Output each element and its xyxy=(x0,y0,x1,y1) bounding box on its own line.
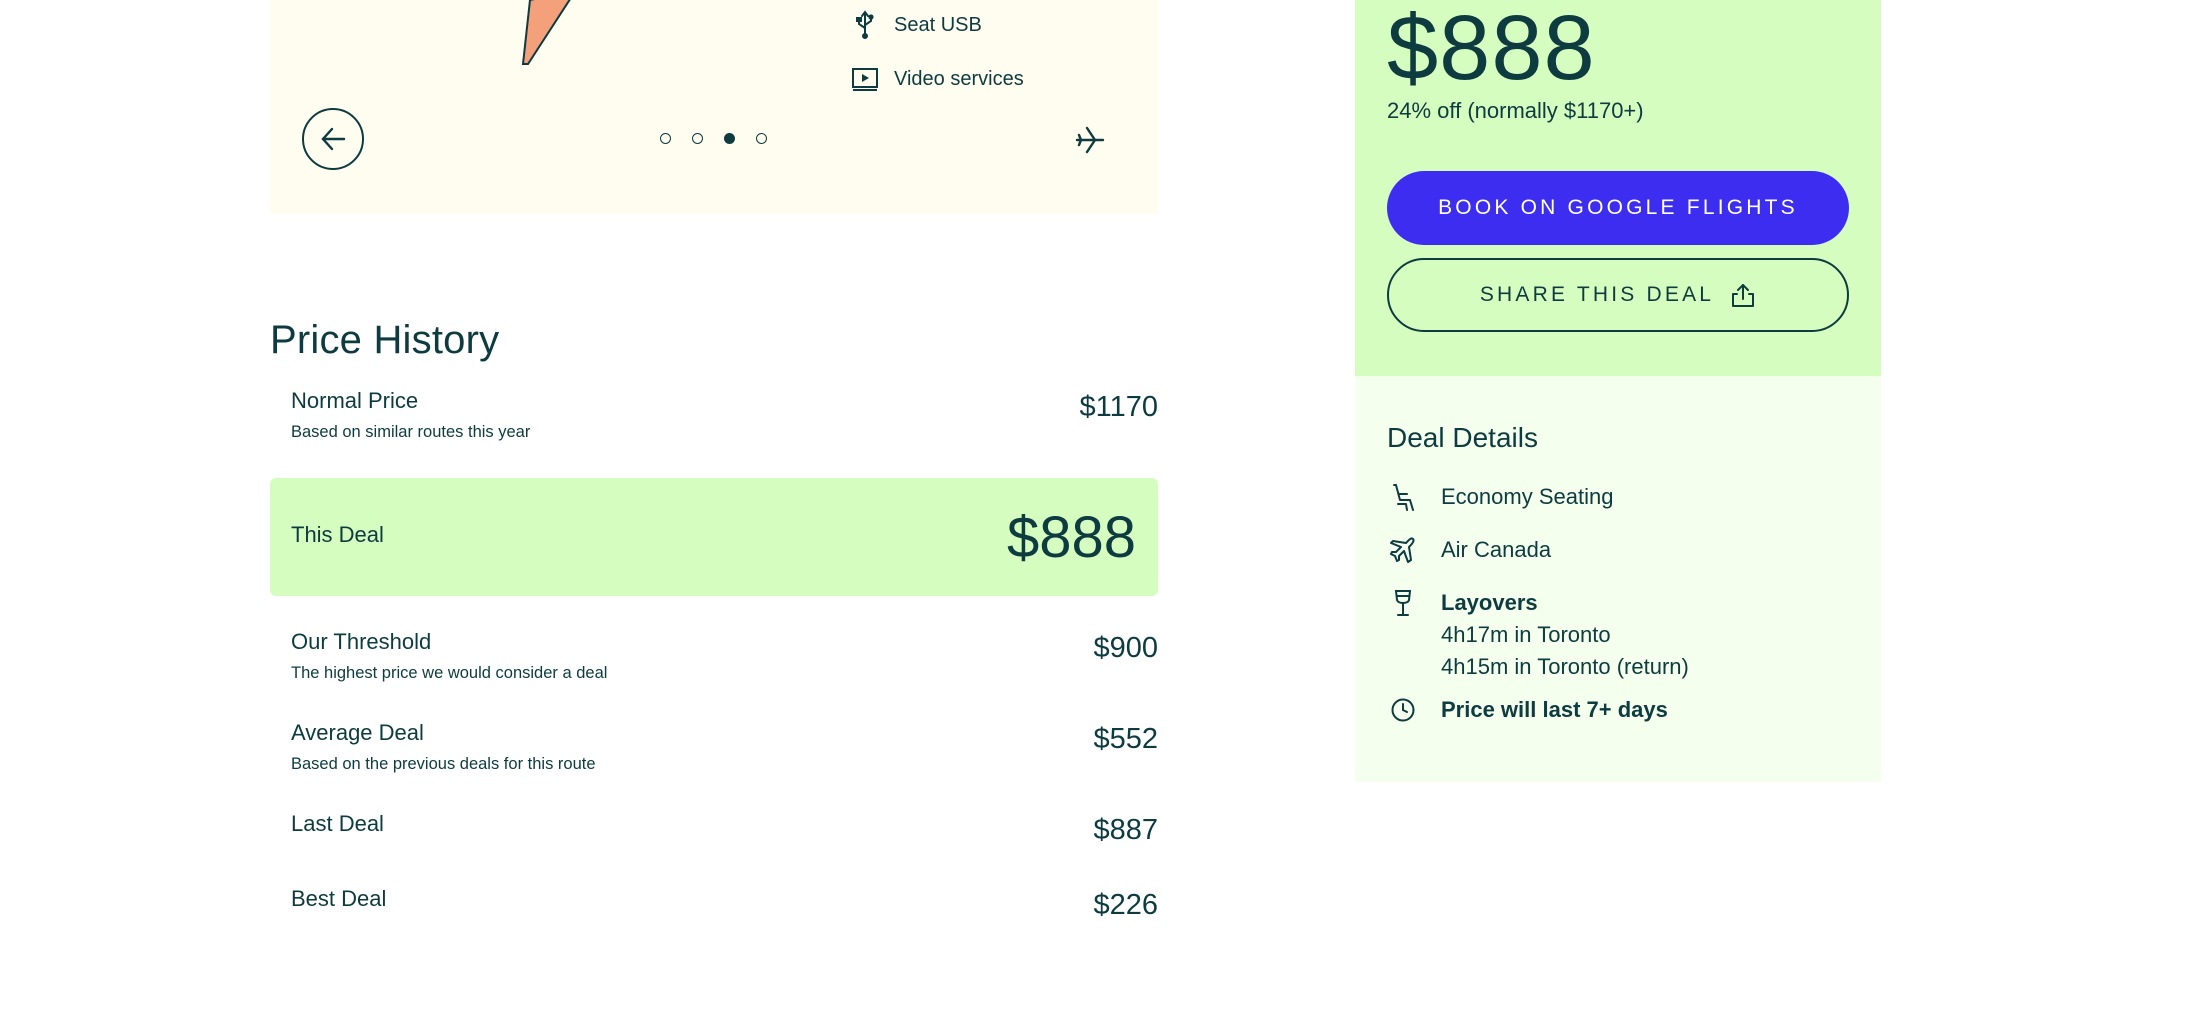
airplane-right-icon xyxy=(1075,126,1105,154)
amenity-seat-usb: Seat USB xyxy=(850,10,982,40)
carousel-dot[interactable] xyxy=(692,133,703,144)
detail-text: Air Canada xyxy=(1441,537,1552,562)
carousel-dot-active[interactable] xyxy=(724,133,735,144)
layover-outbound: 4h17m in Toronto xyxy=(1441,622,1611,647)
carousel-next-button[interactable] xyxy=(1074,124,1106,156)
deal-price-panel: $888 24% off (normally $1170+) BOOK ON G… xyxy=(1355,0,1881,376)
video-screen-icon xyxy=(850,64,880,94)
detail-layovers: Layovers 4h17m in Toronto 4h15m in Toron… xyxy=(1387,587,1689,683)
price-row-label: Our Threshold xyxy=(291,629,432,654)
seat-icon xyxy=(1387,481,1419,513)
price-row-label: This Deal xyxy=(291,522,384,547)
usb-icon xyxy=(850,10,880,40)
airplane-icon xyxy=(1387,534,1419,566)
price-row-subtext: The highest price we would consider a de… xyxy=(291,664,608,682)
price-row-subtext: Based on similar routes this year xyxy=(291,423,531,441)
price-row-label: Best Deal xyxy=(291,886,387,911)
detail-text: Price will last 7+ days xyxy=(1441,697,1668,722)
price-row-value: $1170 xyxy=(1079,391,1159,423)
detail-duration: Price will last 7+ days xyxy=(1387,694,1668,726)
price-row-normal: Normal Price Based on similar routes thi… xyxy=(270,388,1158,448)
price-row-value: $900 xyxy=(1093,632,1158,664)
arrow-left-icon xyxy=(321,127,346,151)
price-row-this-deal: This Deal $888 xyxy=(270,478,1158,596)
price-row-last-deal: Last Deal $887 xyxy=(270,811,1158,851)
detail-text: Economy Seating xyxy=(1441,484,1614,509)
price-row-threshold: Our Threshold The highest price we would… xyxy=(270,629,1158,689)
amenity-carousel: Seat USB Video services xyxy=(270,0,1158,214)
amenity-label: Video services xyxy=(894,67,1024,90)
deal-discount: 24% off (normally $1170+) xyxy=(1387,98,1644,123)
price-row-value: $226 xyxy=(1093,889,1158,921)
wine-glass-icon xyxy=(1387,587,1419,619)
layover-return: 4h15m in Toronto (return) xyxy=(1441,654,1689,679)
price-row-label: Normal Price xyxy=(291,388,419,413)
price-row-label: Last Deal xyxy=(291,811,384,836)
layovers-title: Layovers xyxy=(1441,590,1538,615)
carousel-dot[interactable] xyxy=(756,133,767,144)
book-google-flights-button[interactable]: BOOK ON GOOGLE FLIGHTS xyxy=(1387,171,1849,245)
price-row-value: $887 xyxy=(1093,814,1158,846)
detail-airline: Air Canada xyxy=(1387,534,1551,566)
carousel-dot[interactable] xyxy=(660,133,671,144)
price-history-title: Price History xyxy=(270,318,500,362)
layover-list: Layovers 4h17m in Toronto 4h15m in Toron… xyxy=(1441,587,1689,683)
amenity-label: Seat USB xyxy=(894,13,982,36)
price-row-value: $552 xyxy=(1093,723,1158,755)
deal-price: $888 xyxy=(1387,0,1596,99)
price-row-value: $888 xyxy=(1006,505,1136,570)
price-row-average: Average Deal Based on the previous deals… xyxy=(270,720,1158,780)
button-label: BOOK ON GOOGLE FLIGHTS xyxy=(1438,196,1798,219)
price-row-subtext: Based on the previous deals for this rou… xyxy=(291,755,596,773)
carousel-pagination xyxy=(660,133,767,144)
button-label: SHARE THIS DEAL xyxy=(1479,283,1715,306)
clock-icon xyxy=(1387,694,1419,726)
price-row-label: Average Deal xyxy=(291,720,424,745)
airplane-illustration xyxy=(521,0,571,65)
price-row-best-deal: Best Deal $226 xyxy=(270,886,1158,926)
carousel-prev-button[interactable] xyxy=(302,108,364,170)
share-icon xyxy=(1732,284,1755,307)
share-deal-button[interactable]: SHARE THIS DEAL xyxy=(1387,258,1849,332)
deal-details-title: Deal Details xyxy=(1387,422,1538,453)
amenity-video-services: Video services xyxy=(850,64,1024,94)
detail-seating: Economy Seating xyxy=(1387,481,1613,513)
deal-details-panel: Deal Details Economy Seating Air Canada … xyxy=(1355,376,1881,782)
